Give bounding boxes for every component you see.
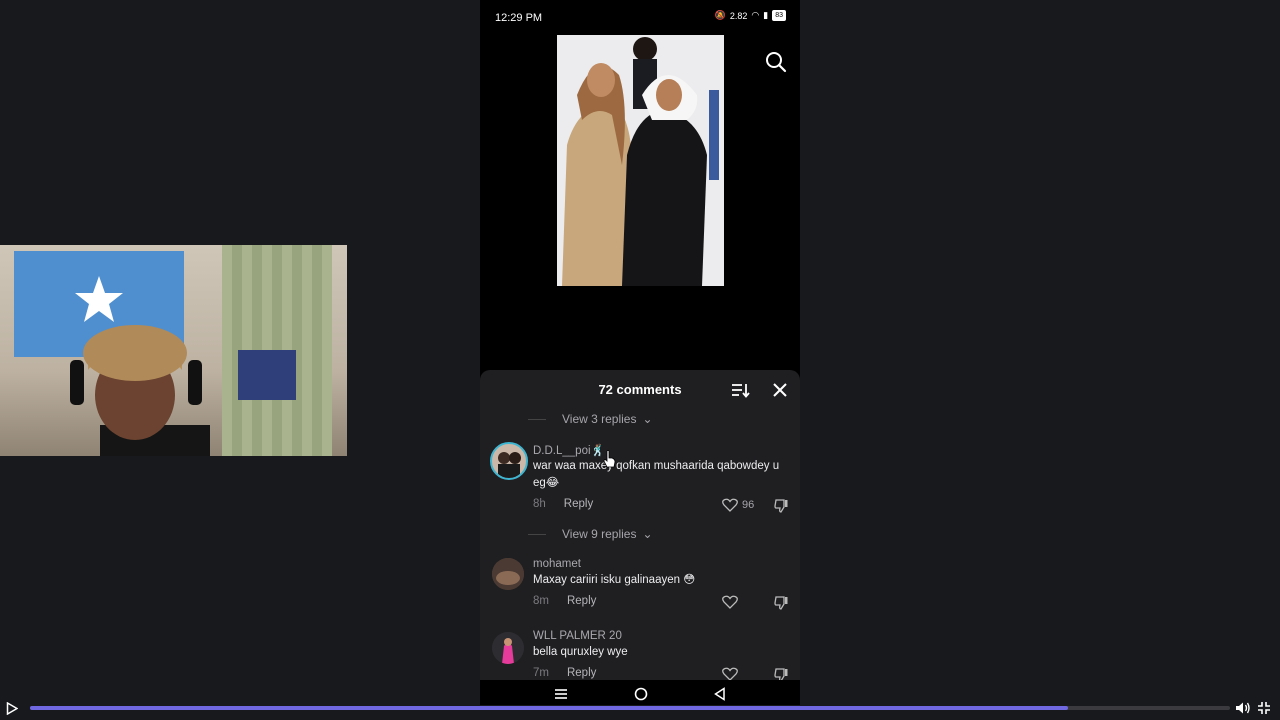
phone-screen: 12:29 PM 🔕 2.82 ◠ ▮ 83 72 comments View … [480,0,800,705]
volume-icon [1236,702,1250,714]
thumbs-down-icon [774,499,788,513]
thread-line [528,418,546,420]
sort-icon [732,384,750,398]
comment-text: Maxay cariiri isku galinaayen 😳 [533,574,696,586]
close-comments-button[interactable] [771,381,789,399]
thumbs-down-icon [774,596,788,610]
comment-username[interactable]: WLL PALMER 20 [533,630,622,642]
comment-meta: 8m Reply [533,595,596,607]
like-button[interactable] [722,595,738,609]
status-bar: 12:29 PM 🔕 2.82 ◠ ▮ 83 [480,0,800,34]
close-icon [773,383,787,397]
heart-icon [722,667,738,680]
view-replies-button[interactable]: View 9 replies ⌄ [528,527,653,541]
chevron-down-icon: ⌄ [642,412,653,426]
video-player-controls [0,697,1280,720]
like-button[interactable] [722,667,738,680]
view-replies-label: View 3 replies [562,412,637,426]
comment-username[interactable]: D.D.L__poi🕺🏽 [533,443,605,457]
search-button[interactable] [764,50,788,74]
avatar[interactable] [490,442,528,480]
dislike-button[interactable] [774,595,789,615]
exit-fullscreen-button[interactable] [1257,701,1271,720]
streamer-image [70,325,210,456]
product-box [238,350,296,400]
avatar[interactable] [492,558,524,590]
comments-title: 72 comments [598,382,682,397]
comment-time: 8m [533,595,549,607]
like-button[interactable]: 96 [722,498,754,512]
video-thumbnail[interactable] [557,35,724,286]
reply-button[interactable]: Reply [564,498,593,510]
status-icons: 🔕 2.82 ◠ ▮ 83 [715,10,786,21]
thread-line [528,533,546,535]
thumbs-down-icon [774,668,788,680]
search-icon [766,52,787,73]
comment-time: 7m [533,667,549,679]
hand-cursor-icon [603,450,616,468]
volume-button[interactable] [1235,701,1251,720]
comment-meta: 7m Reply [533,667,596,679]
comment-text: war waa maxey qofkan mushaarida qabowdey… [533,460,780,489]
like-count: 96 [742,499,755,511]
webcam-overlay [0,245,347,456]
sort-button[interactable] [730,381,750,399]
progress-fill [30,706,1068,710]
comment-meta: 8h Reply [533,498,593,510]
comment-time: 8h [533,498,546,510]
comment-username[interactable]: mohamet [533,558,581,570]
wifi-icon: ◠ [751,10,760,20]
avatar[interactable] [492,632,524,664]
heart-icon [722,595,738,609]
dislike-button[interactable] [774,667,789,680]
comments-sheet: 72 comments View 3 replies ⌄ D.D.L__poi🕺… [480,370,800,680]
network-speed: 2.82 [729,10,748,21]
reply-button[interactable]: Reply [567,667,596,679]
play-icon [6,701,19,716]
battery-level: 83 [772,10,786,21]
play-button[interactable] [6,701,19,720]
view-replies-button[interactable]: View 3 replies ⌄ [528,412,653,426]
signal-icon: ▮ [763,10,769,20]
chevron-down-icon: ⌄ [642,527,653,541]
dislike-button[interactable] [774,498,789,518]
mute-icon: 🔕 [714,10,726,20]
comment-text: bella quruxley wye [533,646,628,658]
progress-bar[interactable] [30,706,1230,710]
exit-fullscreen-icon [1258,702,1270,714]
status-time: 12:29 PM [495,12,543,24]
heart-icon [722,498,738,512]
view-replies-label: View 9 replies [562,527,637,541]
reply-button[interactable]: Reply [567,595,596,607]
